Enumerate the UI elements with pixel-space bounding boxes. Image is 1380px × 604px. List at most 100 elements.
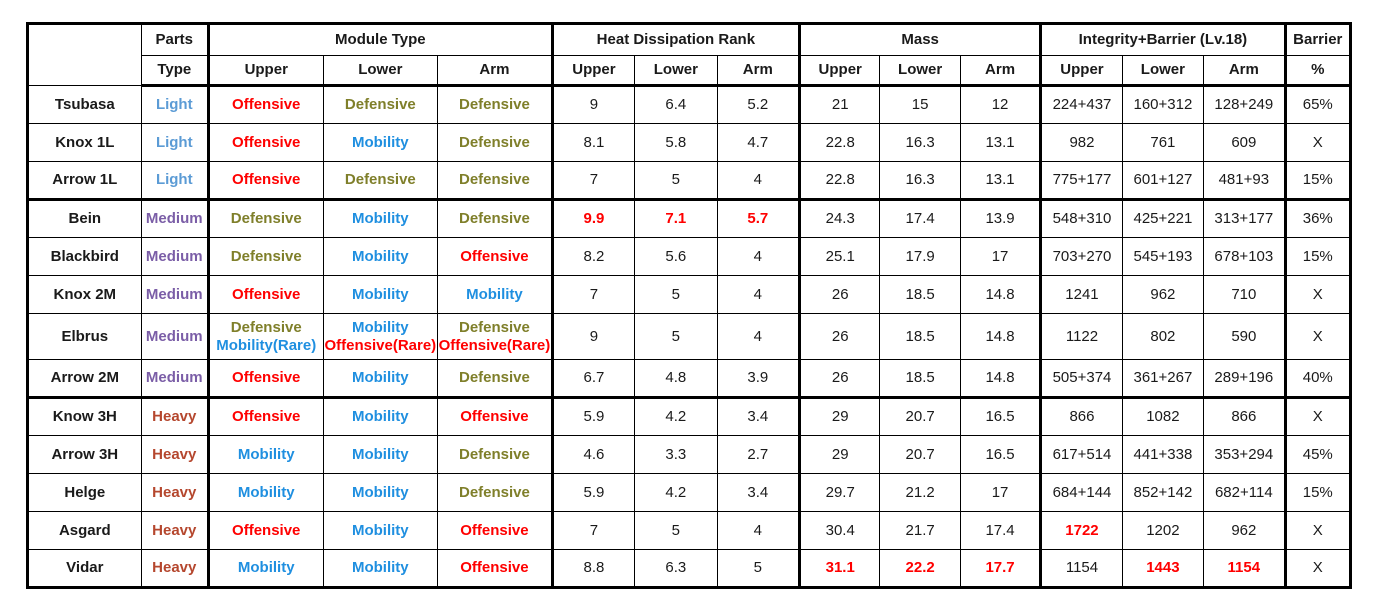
row-module-arm-7: Defensive bbox=[437, 359, 553, 399]
row-parts-type-10: Heavy bbox=[140, 473, 209, 512]
module-label: Offensive bbox=[232, 171, 301, 189]
row-mass-lower-11: 21.7 bbox=[879, 511, 961, 550]
row-heat-lower-2: 5 bbox=[634, 161, 718, 201]
row-module-arm-1: Defensive bbox=[437, 123, 553, 162]
row-integrity-arm-8: 866 bbox=[1203, 397, 1286, 436]
row-module-lower-8: Mobility bbox=[322, 397, 439, 436]
row-name-9: Arrow 3H bbox=[26, 435, 142, 474]
row-mass-lower-4: 17.9 bbox=[879, 237, 961, 276]
row-module-lower-4: Mobility bbox=[322, 237, 439, 276]
row-module-upper-1: Offensive bbox=[206, 123, 324, 162]
header-heat-arm: Arm bbox=[716, 55, 801, 87]
table-body: Tsubasa Light Offensive Defensive Defensive 9… bbox=[26, 85, 1353, 589]
row-module-lower-10: Mobility bbox=[322, 473, 439, 512]
row-parts-type-6: Medium bbox=[140, 313, 209, 360]
row-heat-arm-11: 4 bbox=[716, 511, 801, 550]
row-module-arm-3: Defensive bbox=[437, 199, 553, 238]
row-parts-type-7: Medium bbox=[140, 359, 209, 399]
row-heat-arm-3: 5.7 bbox=[716, 199, 801, 238]
table-header: Parts Module Type Heat Dissipation Rank … bbox=[26, 22, 1353, 87]
header-group-heat-dissipation-rank: Heat Dissipation Rank bbox=[550, 22, 801, 56]
row-module-lower-6: Mobility Offensive(Rare) bbox=[322, 313, 439, 360]
header-module-upper: Upper bbox=[206, 55, 324, 87]
row-integrity-lower-0: 160+312 bbox=[1121, 85, 1205, 124]
row-module-upper-12: Mobility bbox=[206, 549, 324, 589]
row-mass-lower-0: 15 bbox=[879, 85, 961, 124]
module-label: Mobility bbox=[351, 559, 409, 577]
row-mass-lower-2: 16.3 bbox=[879, 161, 961, 201]
row-heat-arm-7: 3.9 bbox=[716, 359, 801, 399]
module-label: Offensive bbox=[232, 133, 301, 151]
row-name-7: Arrow 2M bbox=[26, 359, 142, 399]
row-integrity-upper-4: 703+270 bbox=[1039, 237, 1123, 276]
row-parts-type-8: Heavy bbox=[140, 397, 209, 436]
row-module-arm-5: Mobility bbox=[437, 275, 553, 314]
row-heat-arm-5: 4 bbox=[716, 275, 801, 314]
row-integrity-upper-6: 1122 bbox=[1039, 313, 1123, 360]
module-label: Mobility bbox=[351, 408, 409, 426]
row-module-upper-0: Offensive bbox=[206, 85, 324, 124]
row-heat-lower-1: 5.8 bbox=[634, 123, 718, 162]
row-heat-arm-6: 4 bbox=[716, 313, 801, 360]
header-barrier: Barrier bbox=[1283, 22, 1353, 56]
header-mass-upper: Upper bbox=[798, 55, 881, 87]
header-module-arm: Arm bbox=[437, 55, 553, 87]
module-label: Mobility bbox=[351, 521, 409, 539]
table-row: Asgard Heavy Offensive Mobility Offensive 7 5 4… bbox=[26, 511, 1353, 550]
module-label: Mobility bbox=[237, 445, 295, 463]
row-heat-arm-4: 4 bbox=[716, 237, 801, 276]
module-label: Defensive bbox=[230, 247, 302, 265]
row-module-lower-12: Mobility bbox=[322, 549, 439, 589]
row-integrity-arm-10: 682+114 bbox=[1203, 473, 1286, 512]
row-module-lower-1: Mobility bbox=[322, 123, 439, 162]
row-mass-upper-10: 29.7 bbox=[798, 473, 881, 512]
row-heat-upper-0: 9 bbox=[550, 85, 636, 124]
row-mass-arm-6: 14.8 bbox=[959, 313, 1042, 360]
module-label: Offensive(Rare) bbox=[438, 336, 551, 354]
row-parts-type-2: Light bbox=[140, 161, 209, 201]
row-integrity-upper-2: 775+177 bbox=[1039, 161, 1123, 201]
row-mass-lower-6: 18.5 bbox=[879, 313, 961, 360]
module-label: Defensive bbox=[344, 96, 416, 114]
row-module-arm-4: Offensive bbox=[437, 237, 553, 276]
row-heat-upper-8: 5.9 bbox=[550, 397, 636, 436]
row-heat-lower-9: 3.3 bbox=[634, 435, 718, 474]
row-heat-arm-1: 4.7 bbox=[716, 123, 801, 162]
module-label: Mobility bbox=[466, 285, 523, 303]
header-group-row: Parts Module Type Heat Dissipation Rank … bbox=[26, 22, 1353, 86]
header-barrier-percent: % bbox=[1283, 55, 1353, 87]
row-heat-arm-0: 5.2 bbox=[716, 85, 801, 124]
header-sub-row: Type Upper Lower Arm Upper Lower Arm Upp… bbox=[28, 55, 1353, 87]
module-label: Offensive bbox=[460, 247, 529, 265]
row-heat-arm-8: 3.4 bbox=[716, 397, 801, 436]
row-name-2: Arrow 1L bbox=[26, 161, 142, 201]
module-label: Offensive bbox=[232, 408, 301, 426]
row-heat-lower-3: 7.1 bbox=[634, 199, 718, 238]
row-mass-upper-1: 22.8 bbox=[798, 123, 881, 162]
row-barrier-6: X bbox=[1283, 313, 1353, 360]
row-mass-lower-10: 21.2 bbox=[879, 473, 961, 512]
row-mass-upper-9: 29 bbox=[798, 435, 881, 474]
module-label: Mobility(Rare) bbox=[216, 336, 317, 354]
row-parts-type-0: Light bbox=[140, 85, 209, 124]
module-label: Mobility bbox=[351, 133, 409, 151]
header-parts-type: Type bbox=[140, 55, 209, 87]
row-module-arm-6: Defensive Offensive(Rare) bbox=[437, 313, 553, 360]
row-heat-upper-1: 8.1 bbox=[550, 123, 636, 162]
row-integrity-lower-3: 425+221 bbox=[1121, 199, 1205, 238]
row-heat-lower-10: 4.2 bbox=[634, 473, 718, 512]
row-heat-arm-9: 2.7 bbox=[716, 435, 801, 474]
row-mass-arm-7: 14.8 bbox=[959, 359, 1042, 399]
module-label: Mobility bbox=[351, 483, 409, 501]
row-heat-upper-9: 4.6 bbox=[550, 435, 636, 474]
row-mass-arm-10: 17 bbox=[959, 473, 1042, 512]
row-heat-lower-5: 5 bbox=[634, 275, 718, 314]
row-integrity-arm-12: 1154 bbox=[1203, 549, 1286, 589]
row-barrier-0: 65% bbox=[1283, 85, 1353, 124]
row-name-3: Bein bbox=[26, 199, 142, 238]
row-mass-lower-8: 20.7 bbox=[879, 397, 961, 436]
module-label: Defensive bbox=[458, 445, 530, 463]
header-mass-lower: Lower bbox=[879, 55, 961, 87]
header-integrity-upper: Upper bbox=[1039, 55, 1123, 87]
header-integrity-lower: Lower bbox=[1121, 55, 1205, 87]
